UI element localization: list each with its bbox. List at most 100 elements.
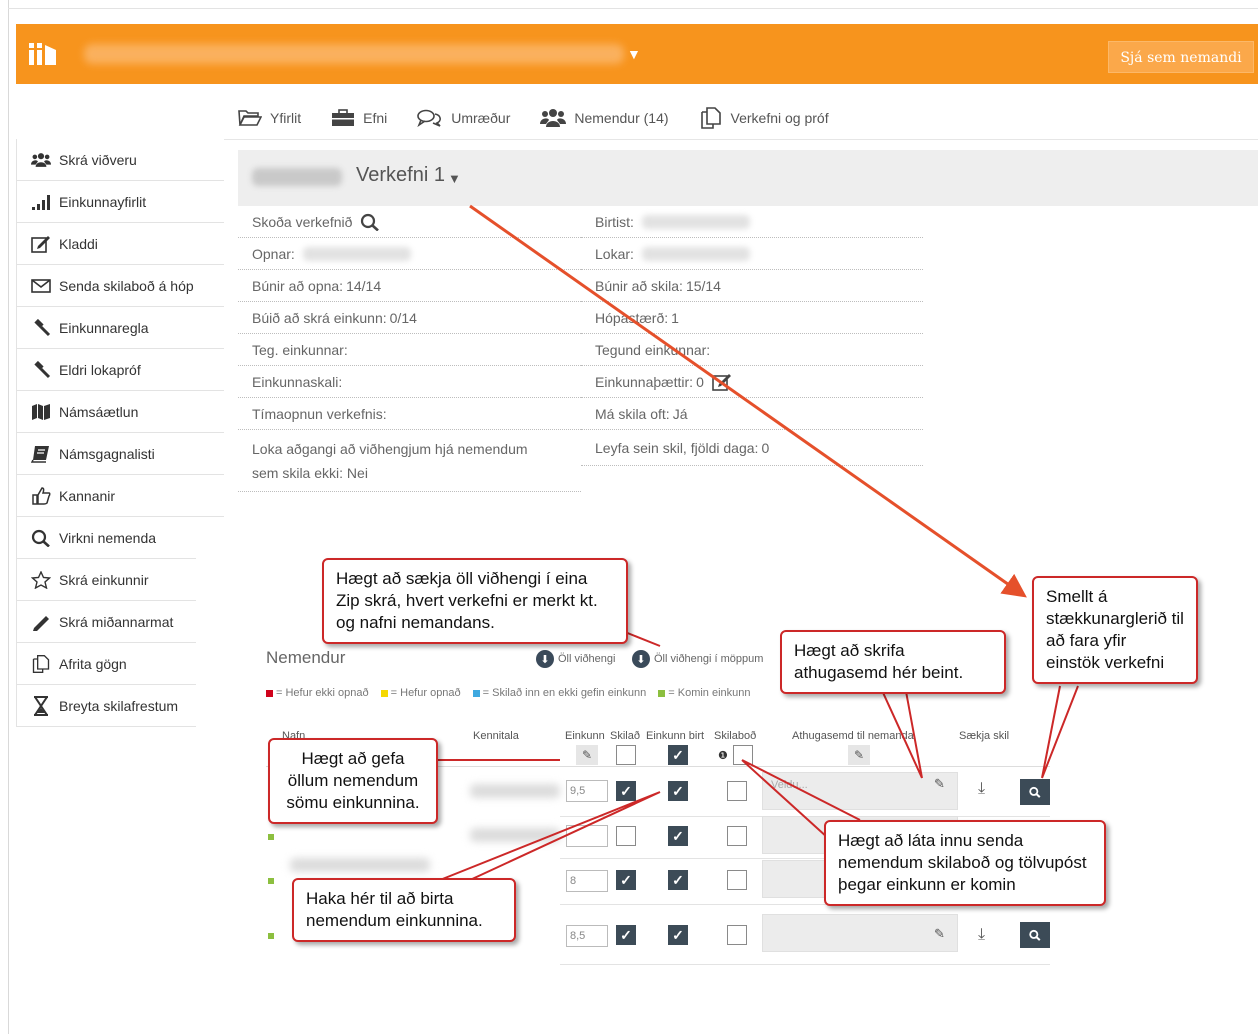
sidebar-item-send-message[interactable]: Senda skilaboð á hóp — [16, 265, 224, 307]
submitted-checkbox[interactable]: ✓ — [616, 870, 636, 890]
info-grade-type: Teg. einkunnar: — [238, 334, 581, 366]
hourglass-icon — [31, 695, 51, 716]
tab-overview[interactable]: Yfirlit — [238, 100, 301, 136]
tab-assignments[interactable]: Verkefni og próf — [699, 100, 829, 136]
gavel-icon — [31, 318, 51, 338]
download-submission-icon[interactable]: ⤓ — [978, 780, 985, 798]
submitted-checkbox[interactable]: ✓ — [616, 781, 636, 801]
thumbs-up-icon — [31, 486, 51, 506]
legend-item: = Skilað inn en ekki gefin einkunn — [472, 687, 646, 699]
column-header-fetch: Sækja skil — [959, 730, 1010, 742]
info-label: Birtist: — [595, 213, 634, 230]
download-folders-button[interactable]: ⬇ Öll viðhengi í möppum — [632, 650, 763, 668]
info-label: Teg. einkunnar: — [252, 341, 348, 358]
search-icon — [1029, 786, 1041, 798]
sidebar-item-label: Eldri lokapróf — [59, 361, 141, 378]
view-as-student-button[interactable]: Sjá sem nemandi — [1108, 41, 1254, 73]
status-dot — [268, 878, 274, 884]
submitted-checkbox[interactable] — [616, 826, 636, 846]
legend-item: = Komin einkunn — [658, 687, 751, 699]
sidebar-item-gradebook[interactable]: Kladdi — [16, 223, 224, 265]
sidebar-item-label: Afrita gögn — [59, 655, 127, 672]
sidebar-item-copy-data[interactable]: Afrita gögn — [16, 643, 196, 685]
tab-students[interactable]: Nemendur (14) — [540, 100, 669, 136]
sidebar-item-syllabus[interactable]: Námsáætlun — [16, 391, 224, 433]
publish-checkbox[interactable]: ✓ — [668, 826, 688, 846]
publish-checkbox[interactable]: ✓ — [668, 781, 688, 801]
star-icon — [31, 570, 51, 590]
students-section-title: Nemendur — [266, 648, 346, 667]
edit-icon[interactable] — [712, 373, 732, 391]
column-header-ssn[interactable]: Kennitala — [473, 730, 519, 742]
info-icon[interactable]: ❶ — [718, 749, 728, 762]
grade-input[interactable]: 8,5 — [566, 925, 608, 947]
info-view-assignment[interactable]: Skoða verkefnið — [238, 206, 581, 238]
sidebar-item-grade-overview[interactable]: Einkunnayfirlit — [16, 181, 224, 223]
tab-materials[interactable]: Efni — [331, 100, 387, 136]
info-label: Leyfa sein skil, fjöldi daga: — [595, 439, 759, 456]
grade-input[interactable] — [566, 825, 608, 847]
bulk-grade-button[interactable]: ✎ — [576, 745, 598, 765]
message-checkbox[interactable] — [727, 781, 747, 801]
message-checkbox[interactable] — [727, 925, 747, 945]
info-grade-scale: Einkunnaskali: — [238, 366, 581, 398]
sidebar-item-label: Breyta skilafrestum — [59, 697, 179, 714]
message-all-checkbox[interactable] — [733, 745, 753, 765]
tab-label: Umræður — [451, 110, 511, 126]
tab-label: Verkefni og próf — [730, 110, 829, 126]
download-folders-label: Öll viðhengi í möppum — [654, 653, 764, 665]
message-checkbox[interactable] — [727, 870, 747, 890]
sidebar-item-midterm[interactable]: Skrá miðannarmat — [16, 601, 196, 643]
view-submission-button[interactable] — [1020, 922, 1050, 948]
assignment-dropdown-icon[interactable]: ▼ — [448, 171, 461, 186]
course-title-redacted[interactable] — [84, 44, 624, 64]
sidebar-item-materials-list[interactable]: Námsgagnalisti — [16, 433, 224, 475]
sidebar-item-attendance[interactable]: Skrá viðveru — [16, 139, 224, 181]
info-label: Lokar: — [595, 245, 634, 262]
sidebar-item-deadlines[interactable]: Breyta skilafrestum — [16, 685, 196, 727]
sidebar-item-label: Einkunnayfirlit — [59, 193, 147, 210]
grade-input[interactable]: 8 — [566, 870, 608, 892]
edit-icon[interactable]: ✎ — [934, 926, 945, 942]
gavel-icon — [31, 360, 51, 380]
info-label: Tegund einkunnar: — [595, 341, 711, 358]
sidebar-item-student-activity[interactable]: Virkni nemenda — [16, 517, 196, 559]
publish-all-checkbox[interactable]: ✓ — [668, 745, 688, 765]
publish-checkbox[interactable]: ✓ — [668, 870, 688, 890]
submitted-checkbox[interactable]: ✓ — [616, 925, 636, 945]
info-label: Má skila oft: — [595, 405, 670, 422]
status-dot — [268, 933, 274, 939]
course-dropdown-icon[interactable]: ▼ — [627, 46, 641, 62]
sidebar-item-surveys[interactable]: Kannanir — [16, 475, 224, 517]
inna-logo-icon — [29, 43, 56, 65]
sidebar: Skrá viðveru Einkunnayfirlit Kladdi Send… — [16, 139, 224, 727]
column-header-grade: Einkunn — [565, 730, 605, 742]
assignment-title[interactable]: Verkefni 1 — [356, 164, 445, 187]
search-icon[interactable] — [360, 213, 380, 231]
comment-field[interactable] — [762, 914, 958, 952]
edit-icon[interactable]: ✎ — [934, 776, 945, 792]
folder-open-icon — [238, 110, 262, 126]
sidebar-item-enter-grades[interactable]: Skrá einkunnir — [16, 559, 196, 601]
sidebar-item-old-exams[interactable]: Eldri lokapróf — [16, 349, 224, 391]
legend-swatch — [658, 689, 666, 697]
view-submission-button[interactable] — [1020, 779, 1050, 805]
course-header-bar: ▼ Sjá sem nemandi — [16, 24, 1258, 84]
sidebar-item-grading-rule[interactable]: Einkunnaregla — [16, 307, 224, 349]
grade-input[interactable]: 9,5 — [566, 780, 608, 802]
info-multiple-submissions: Má skila oft: Já — [581, 398, 923, 430]
search-icon — [1029, 929, 1041, 941]
users-icon — [31, 150, 51, 170]
legend-swatch — [266, 689, 273, 697]
comments-icon — [417, 109, 442, 127]
tab-discussions[interactable]: Umræður — [417, 100, 510, 136]
comment-field[interactable]: Veldu... — [762, 772, 958, 810]
message-checkbox[interactable] — [727, 826, 747, 846]
bulk-comment-button[interactable]: ✎ — [848, 745, 870, 765]
download-submission-icon[interactable]: ⤓ — [978, 926, 985, 944]
download-all-button[interactable]: ⬇ Öll viðhengi — [536, 650, 615, 668]
publish-checkbox[interactable]: ✓ — [668, 925, 688, 945]
users-icon — [540, 109, 567, 127]
submitted-all-checkbox[interactable] — [616, 745, 636, 765]
info-value: Nei — [346, 464, 368, 481]
